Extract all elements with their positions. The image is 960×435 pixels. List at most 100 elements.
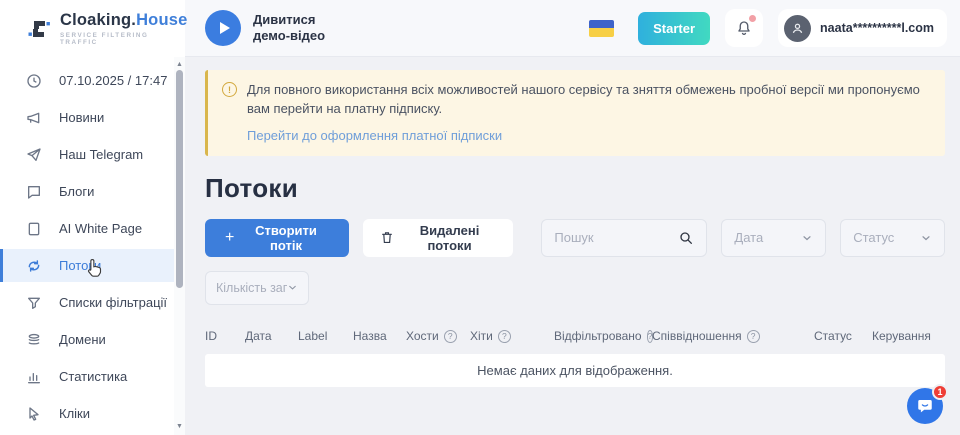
clock-icon: [25, 72, 42, 89]
scroll-up-icon[interactable]: ▲: [174, 60, 185, 70]
sidebar-datetime-label: 07.10.2025 / 17:47: [59, 73, 167, 88]
column-header-ratio: Співвідношення?: [652, 329, 814, 343]
search-input[interactable]: [554, 230, 670, 245]
notifications-button[interactable]: [725, 9, 763, 47]
logo-tagline: SERVICE FILTERING TRAFFIC: [60, 32, 188, 46]
banner-body: Для повного використання всіх можливосте…: [247, 81, 931, 143]
user-account-button[interactable]: naata**********l.com: [778, 9, 947, 47]
chat-widget-icon: [916, 397, 934, 415]
sidebar-item-label: Наш Telegram: [59, 147, 143, 162]
help-icon[interactable]: ?: [444, 330, 457, 343]
chat-widget-button[interactable]: 1: [907, 388, 943, 424]
sidebar-scrollbar[interactable]: ▲ ▼: [174, 57, 185, 435]
telegram-icon: [25, 146, 42, 163]
language-flag-ukraine[interactable]: [589, 20, 614, 37]
sidebar-nav: 07.10.2025 / 17:47 Новини Наш Telegram Б…: [0, 57, 185, 430]
sidebar-item-label: AI White Page: [59, 221, 142, 236]
chevron-down-icon: [920, 232, 932, 244]
deleted-streams-button[interactable]: Видалені потоки: [363, 219, 514, 257]
page-icon: [25, 220, 42, 237]
notification-dot: [749, 15, 756, 22]
sidebar-item-streams[interactable]: Потоки: [0, 249, 185, 282]
table-empty-state: Немає даних для відображення.: [205, 354, 945, 387]
flag-yellow-stripe: [589, 28, 614, 37]
search-icon[interactable]: [678, 230, 694, 246]
demo-video-label[interactable]: Дивитися демо-відео: [253, 12, 345, 45]
column-label: Хіти: [470, 329, 493, 343]
scrollbar-thumb[interactable]: [176, 70, 183, 288]
per-page-label: Кількість запі: [216, 281, 287, 295]
sidebar-item-label: Потоки: [59, 258, 101, 273]
flag-blue-stripe: [589, 20, 614, 29]
demo-video-play-button[interactable]: [205, 10, 241, 46]
sidebar-item-label: Кліки: [59, 406, 90, 421]
column-label: Співвідношення: [652, 329, 742, 343]
sidebar-item-clicks[interactable]: Кліки: [0, 397, 185, 430]
user-email: naata**********l.com: [820, 21, 934, 35]
domains-stack-icon: [25, 331, 42, 348]
help-icon[interactable]: ?: [747, 330, 760, 343]
column-header-status: Статус: [814, 329, 872, 343]
per-page-dropdown[interactable]: Кількість запі: [205, 271, 309, 305]
controls-row: + Створити потік Видалені потоки: [205, 219, 945, 257]
sidebar-item-statistics[interactable]: Статистика: [0, 360, 185, 393]
sync-icon: [25, 257, 42, 274]
plus-icon: +: [225, 230, 234, 246]
sidebar-item-news[interactable]: Новини: [0, 101, 185, 134]
sidebar-item-filter-lists[interactable]: Списки фільтрації: [0, 286, 185, 319]
content: ! Для повного використання всіх можливос…: [185, 57, 960, 435]
brand-name: Cloaking.House: [60, 11, 188, 30]
column-header-hosts: Хости?: [406, 329, 470, 343]
sidebar-item-domains[interactable]: Домени: [0, 323, 185, 356]
chat-notification-badge: 1: [932, 384, 948, 400]
column-label: Статус: [814, 329, 852, 343]
column-header-date: Дата: [245, 329, 298, 343]
sidebar-item-ai-white-page[interactable]: AI White Page: [0, 212, 185, 245]
column-header-hits: Хіти?: [470, 329, 554, 343]
trial-warning-banner: ! Для повного використання всіх можливос…: [205, 70, 945, 156]
deleted-streams-label: Видалені потоки: [403, 223, 497, 253]
sidebar-item-label: Статистика: [59, 369, 127, 384]
create-stream-label: Створити потік: [243, 223, 328, 253]
banner-text: Для повного використання всіх можливосте…: [247, 81, 931, 119]
column-header-label: Label: [298, 329, 353, 343]
column-label: Керування: [872, 329, 931, 343]
subscribe-link[interactable]: Перейти до оформлення платної підписки: [247, 128, 931, 143]
play-icon: [220, 22, 230, 34]
sidebar-item-label: Новини: [59, 110, 104, 125]
sidebar-item-label: Блоги: [59, 184, 94, 199]
date-filter-label: Дата: [734, 230, 763, 245]
create-stream-button[interactable]: + Створити потік: [205, 219, 349, 257]
trash-icon: [380, 230, 394, 245]
column-header-actions: Керування: [872, 329, 945, 343]
sidebar-item-label: Списки фільтрації: [59, 295, 167, 310]
funnel-icon: [25, 294, 42, 311]
sidebar-item-blogs[interactable]: Блоги: [0, 175, 185, 208]
help-icon[interactable]: ?: [498, 330, 511, 343]
status-filter-dropdown[interactable]: Статус: [840, 219, 945, 257]
sidebar-datetime: 07.10.2025 / 17:47: [0, 64, 185, 97]
warning-icon: !: [222, 82, 237, 97]
sidebar-item-telegram[interactable]: Наш Telegram: [0, 138, 185, 171]
logo[interactable]: Cloaking.House SERVICE FILTERING TRAFFIC: [0, 0, 185, 57]
column-label: Хости: [406, 329, 439, 343]
sidebar: Cloaking.House SERVICE FILTERING TRAFFIC…: [0, 0, 185, 435]
status-filter-label: Статус: [853, 230, 894, 245]
avatar: [784, 15, 811, 42]
app-root: Cloaking.House SERVICE FILTERING TRAFFIC…: [0, 0, 960, 435]
date-filter-dropdown[interactable]: Дата: [721, 219, 826, 257]
cursor-click-icon: [25, 405, 42, 422]
brand-primary: Cloaking.: [60, 11, 136, 29]
chat-bubble-icon: [25, 183, 42, 200]
column-label: ID: [205, 329, 217, 343]
scroll-down-icon[interactable]: ▼: [174, 422, 185, 432]
chevron-down-icon: [801, 232, 813, 244]
bar-chart-icon: [25, 368, 42, 385]
main-area: Дивитися демо-відео Starter naata*******…: [185, 0, 960, 435]
column-header-filtered: Відфільтровано?: [554, 329, 652, 343]
table-header-row: ID Дата Label Назва Хости? Хіти? Відфіль…: [205, 322, 945, 351]
column-label: Дата: [245, 329, 272, 343]
column-header-name: Назва: [353, 329, 406, 343]
plan-badge[interactable]: Starter: [638, 12, 710, 45]
column-label: Відфільтровано: [554, 329, 642, 343]
